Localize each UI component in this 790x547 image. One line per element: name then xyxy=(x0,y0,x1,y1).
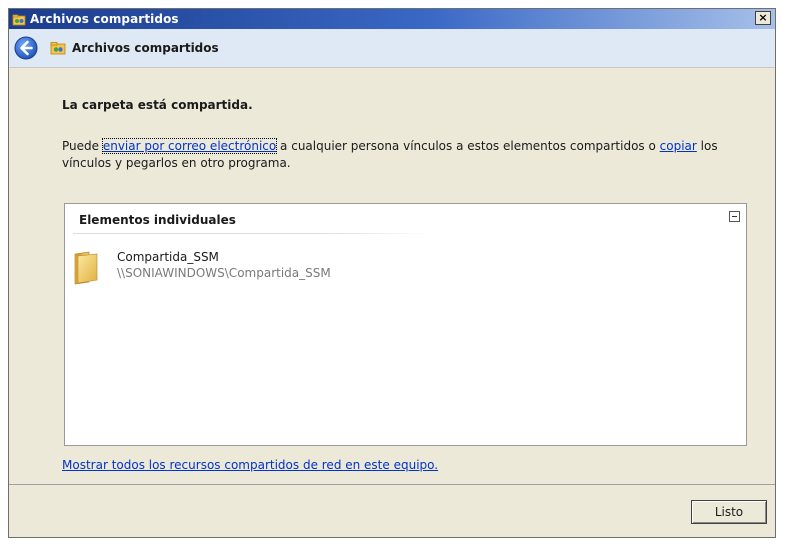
show-all-shares-link[interactable]: Mostrar todos los recursos compartidos d… xyxy=(62,458,438,472)
item-name: Compartida_SSM xyxy=(117,250,219,264)
window-title: Archivos compartidos xyxy=(30,12,179,26)
title-bar: Archivos compartidos × xyxy=(9,9,775,29)
instructions-text: Puede enviar por correo electrónico a cu… xyxy=(62,138,762,172)
item-path: \\SONIAWINDOWS\Compartida_SSM xyxy=(117,266,331,280)
panel-header-divider xyxy=(73,233,433,234)
back-arrow-icon[interactable] xyxy=(14,36,38,60)
status-heading: La carpeta está compartida. xyxy=(62,98,253,112)
close-icon: × xyxy=(758,11,768,24)
dialog-window: Archivos compartidos × Archivos comparti… xyxy=(8,8,776,538)
instructions-prefix: Puede xyxy=(62,139,103,153)
collapse-icon[interactable] xyxy=(729,211,740,222)
shared-files-icon xyxy=(50,42,66,55)
folder-icon xyxy=(74,251,98,285)
copy-link[interactable]: copiar xyxy=(660,139,697,153)
shared-items-panel: Elementos individuales Compartida_SSM \\… xyxy=(64,203,747,446)
list-item[interactable]: Compartida_SSM \\SONIAWINDOWS\Compartida… xyxy=(71,250,471,286)
footer-bar: Listo xyxy=(9,484,775,537)
page-title: Archivos compartidos xyxy=(72,41,219,55)
navigation-bar: Archivos compartidos xyxy=(9,29,775,68)
instructions-middle: a cualquier persona vínculos a estos ele… xyxy=(276,139,660,153)
content-area: La carpeta está compartida. Puede enviar… xyxy=(9,67,775,485)
panel-header: Elementos individuales xyxy=(79,213,236,227)
done-button[interactable]: Listo xyxy=(691,500,767,524)
close-button[interactable]: × xyxy=(755,11,771,25)
email-link[interactable]: enviar por correo electrónico xyxy=(101,138,278,154)
shared-files-icon xyxy=(12,12,26,26)
